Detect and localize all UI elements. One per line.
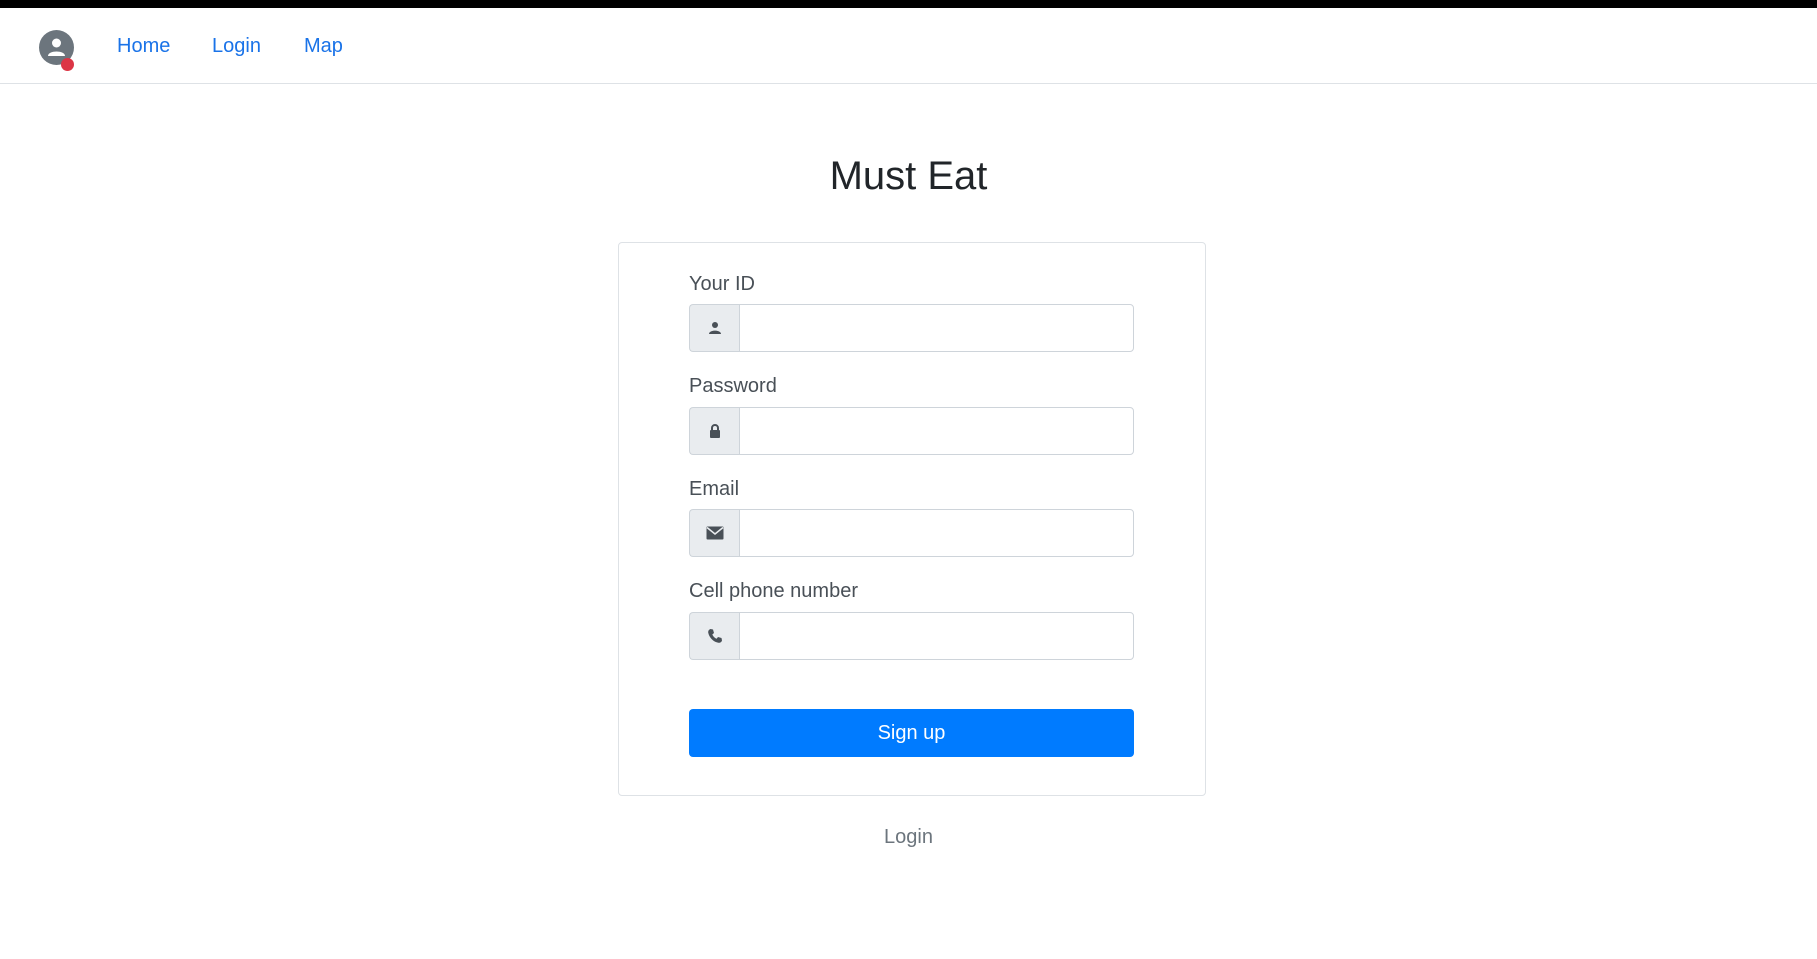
nav-home-link[interactable]: Home <box>117 34 170 58</box>
password-input-group <box>689 407 1134 455</box>
password-input[interactable] <box>739 407 1134 455</box>
phone-label: Cell phone number <box>689 580 858 602</box>
phone-input-group <box>689 612 1134 660</box>
password-label: Password <box>689 375 777 397</box>
id-input[interactable] <box>739 304 1134 352</box>
email-label: Email <box>689 478 740 500</box>
notification-dot <box>61 58 74 71</box>
phone-icon <box>689 612 739 660</box>
email-input[interactable] <box>739 509 1134 557</box>
lock-icon <box>689 407 739 455</box>
phone-input[interactable] <box>739 612 1134 660</box>
id-input-group <box>689 304 1134 352</box>
envelope-icon <box>689 509 739 557</box>
person-icon <box>689 304 739 352</box>
nav-login-link[interactable]: Login <box>212 34 261 58</box>
top-strip <box>0 0 1817 8</box>
page-title: Must Eat <box>829 154 988 198</box>
navbar: Home Login Map <box>0 8 1817 84</box>
nav-map-link[interactable]: Map <box>304 34 343 58</box>
email-input-group <box>689 509 1134 557</box>
user-silhouette-icon <box>48 38 65 56</box>
id-label: Your ID <box>689 273 755 295</box>
sign-up-button[interactable]: Sign up <box>689 709 1134 757</box>
login-link[interactable]: Login <box>0 825 1817 849</box>
